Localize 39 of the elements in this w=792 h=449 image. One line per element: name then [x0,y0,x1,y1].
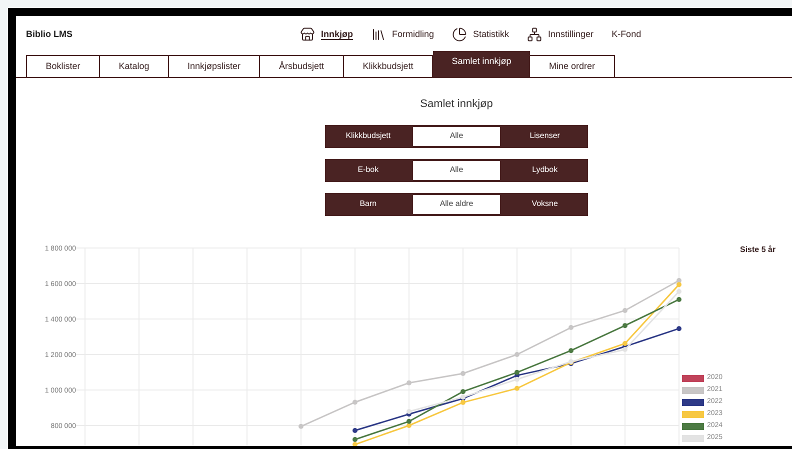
point [460,399,466,404]
nav-link[interactable]: Formidling [371,27,434,42]
nav-icon [452,27,468,42]
filter-toggle[interactable]: Alle aldre [411,192,502,216]
point [622,346,628,352]
point [514,352,520,356]
nav-icon [527,27,542,42]
point [676,282,682,287]
tab[interactable]: Mine ordrer [530,55,615,77]
point [676,326,682,331]
app-title: Biblio LMS [26,28,74,41]
nav-link[interactable]: Statistikk [452,27,510,42]
nav-link[interactable]: Innkjøp [300,27,353,42]
point [622,322,628,328]
filter-toggle[interactable]: Alle [411,124,502,148]
nav-icon [371,27,386,42]
point [460,388,466,394]
period-label: Siste 5 år [740,244,776,254]
nav-link[interactable]: K-Fond [612,28,642,42]
page-heading: Samlet innkjøp [420,97,493,112]
tab[interactable]: Klikkbudsjett [344,55,433,77]
point [514,385,520,390]
nav-link[interactable]: Innstillinger [527,27,594,42]
nav-icon [300,27,315,42]
point [352,399,358,404]
point [352,436,358,442]
tab[interactable]: Samlet innkjøp [433,51,530,77]
tab[interactable]: Katalog [100,55,169,77]
point [406,418,412,424]
tab[interactable]: Årsbudsjett [260,55,344,77]
point [568,324,574,330]
point [514,369,520,374]
point [298,423,304,428]
tab[interactable]: Boklister [26,55,100,77]
point [568,348,574,353]
tab[interactable]: Innkjøpslister [169,55,260,77]
filter-toggle[interactable]: Alle [411,158,502,182]
point [406,380,412,385]
point [514,376,520,382]
